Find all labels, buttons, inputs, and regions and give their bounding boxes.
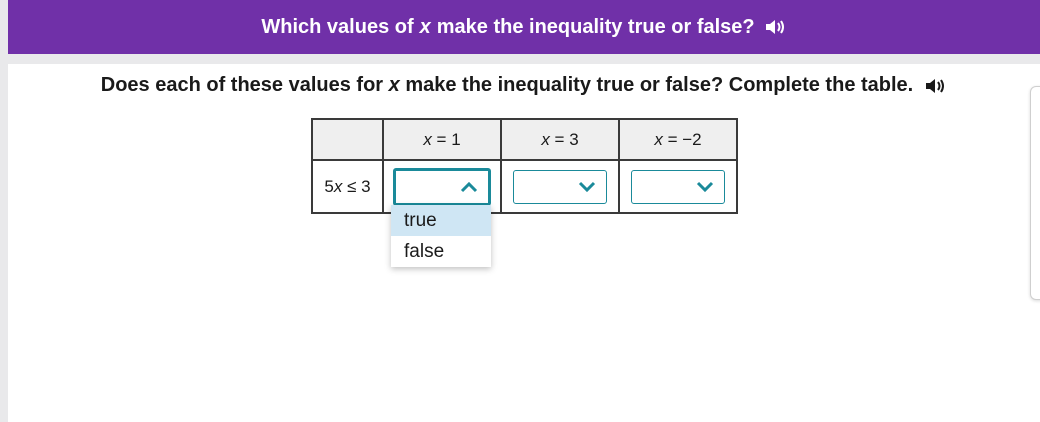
side-panel-edge — [1030, 86, 1040, 300]
row-header-inequality: 5x ≤ 3 — [311, 159, 384, 214]
header-bar: Which values of x make the inequality tr… — [8, 0, 1040, 54]
table-row: 5x ≤ 3 — [311, 159, 738, 214]
column-value: = −2 — [662, 129, 702, 149]
column-variable: x — [541, 129, 550, 149]
column-variable: x — [654, 129, 663, 149]
question-prompt: Does each of these values for x make the… — [8, 74, 1040, 97]
chevron-down-icon — [696, 181, 714, 192]
answer-select-x3[interactable] — [513, 169, 607, 204]
question-post: make the inequality true or false? Compl… — [405, 74, 914, 96]
content-panel: Does each of these values for x make the… — [8, 64, 1040, 422]
column-value: = 3 — [549, 129, 579, 149]
column-header: x = 1 — [382, 118, 502, 161]
chevron-down-icon — [578, 181, 596, 192]
column-variable: x — [423, 129, 432, 149]
column-value: = 1 — [431, 129, 461, 149]
speaker-icon[interactable] — [765, 18, 787, 36]
answer-dropdown-list: true false — [391, 205, 491, 267]
answer-select-xneg2[interactable] — [631, 169, 725, 204]
column-header: x = 3 — [500, 118, 620, 161]
dropdown-option-false[interactable]: false — [391, 236, 491, 267]
speaker-icon[interactable] — [925, 77, 947, 95]
header-title-variable: x — [419, 15, 431, 38]
inequality-coefficient: 5 — [324, 176, 334, 196]
answer-cell — [618, 159, 738, 214]
answer-cell — [500, 159, 620, 214]
answer-select-x1[interactable] — [393, 167, 491, 206]
header-title-pre: Which values of — [261, 15, 414, 38]
dropdown-option-true[interactable]: true — [391, 205, 491, 236]
question-pre: Does each of these values for — [100, 74, 384, 96]
column-header: x = −2 — [618, 118, 738, 161]
table-corner-cell — [311, 118, 384, 161]
inequality-rest: ≤ 3 — [342, 176, 371, 196]
table-header-row: x = 1 x = 3 x = −2 — [311, 118, 738, 161]
header-title: Which values of x make the inequality tr… — [261, 16, 754, 39]
chevron-up-icon — [460, 181, 478, 192]
question-variable: x — [388, 74, 400, 96]
header-title-post: make the inequality true or false? — [436, 15, 755, 38]
answer-table: x = 1 x = 3 x = −2 5x ≤ 3 — [311, 118, 738, 214]
